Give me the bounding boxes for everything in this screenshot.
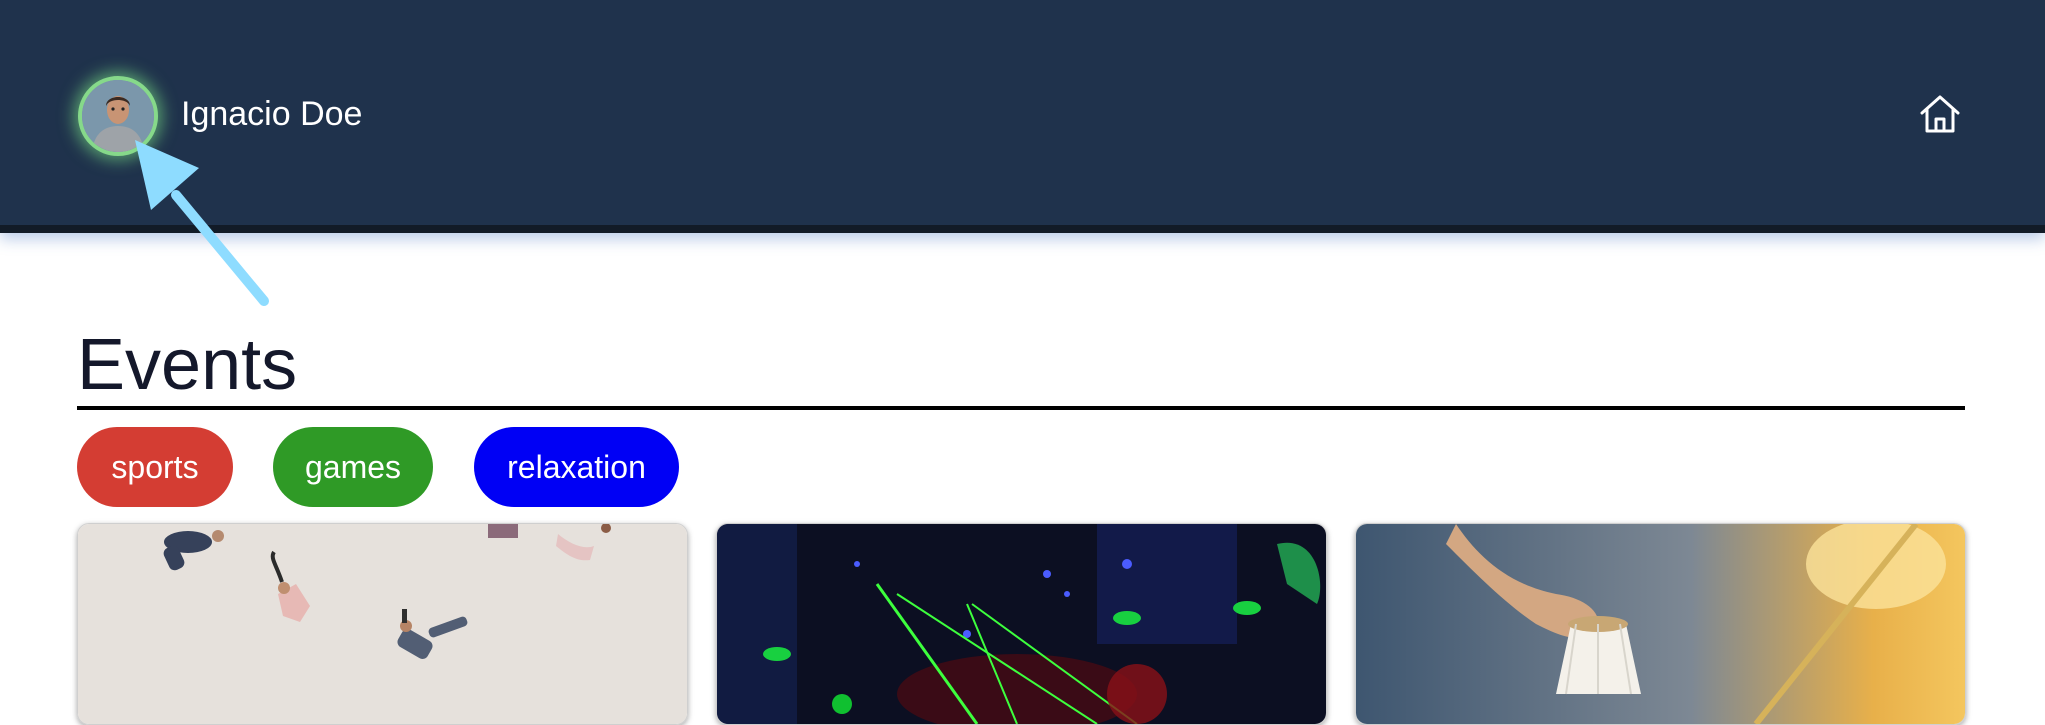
user-avatar-icon [82,80,154,152]
event-card[interactable] [1355,523,1966,725]
event-card[interactable] [716,523,1327,725]
badminton-shuttlecock-image [1356,524,1965,724]
home-button[interactable] [1918,92,1962,136]
home-icon [1920,95,1960,133]
category-chip-sports[interactable]: sports [77,427,233,507]
category-chip-games[interactable]: games [273,427,433,507]
category-chip-relaxation[interactable]: relaxation [474,427,679,507]
laser-party-image [717,524,1326,724]
falling-people-image [78,524,687,724]
page-title: Events [77,325,298,405]
user-name[interactable]: Ignacio Doe [181,94,362,134]
user-avatar[interactable] [78,76,158,156]
app-header: Ignacio Doe [0,0,2045,233]
title-divider [77,406,1965,410]
event-card[interactable] [77,523,688,725]
